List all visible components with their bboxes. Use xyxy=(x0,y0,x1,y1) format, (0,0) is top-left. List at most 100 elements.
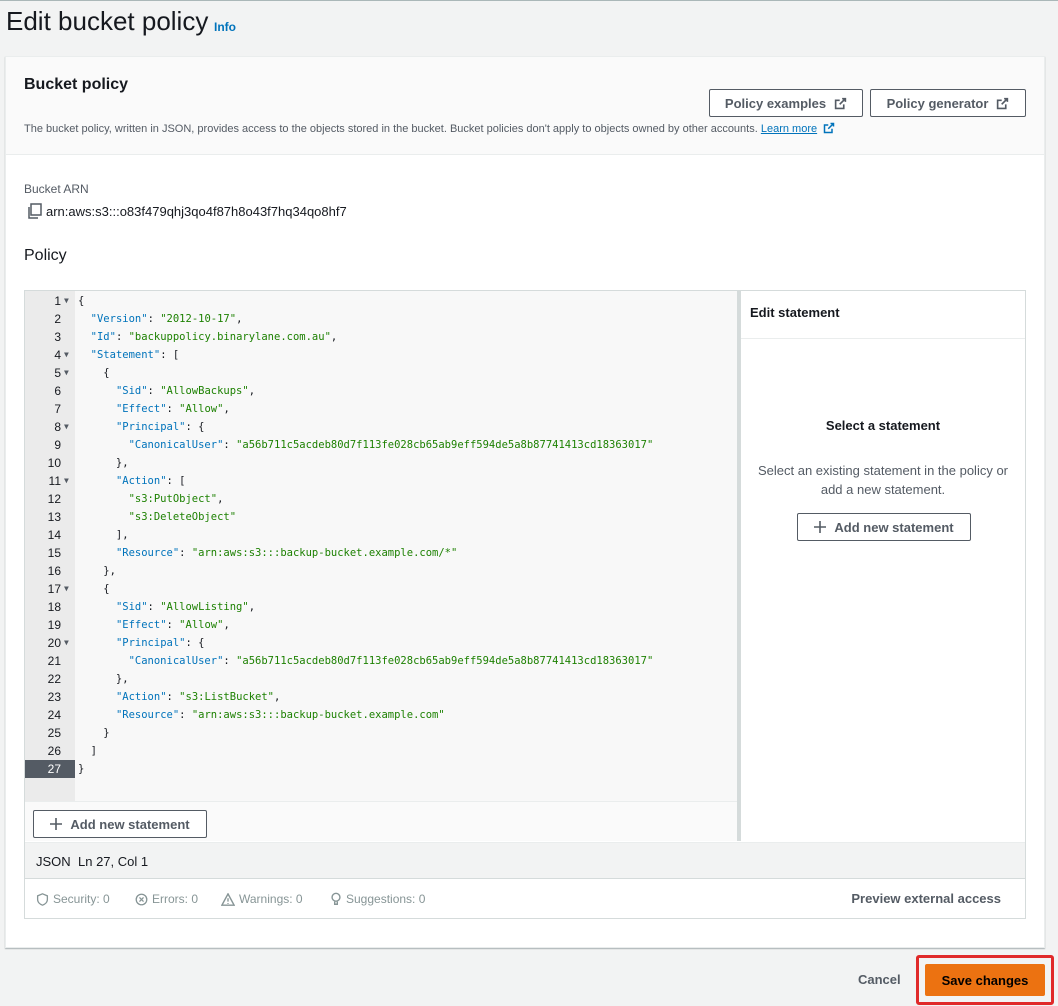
code-text: "Action": [ xyxy=(115,475,186,487)
suggestions-count[interactable]: Suggestions: 0 xyxy=(330,892,425,906)
select-statement-description: Select an existing statement in the poli… xyxy=(757,463,1009,497)
fold-toggle-icon[interactable]: ▼ xyxy=(64,634,69,652)
side-add-new-statement-button[interactable]: Add new statement xyxy=(797,513,971,541)
code-line[interactable]: 14 ], xyxy=(25,526,737,544)
code-line[interactable]: 7 "Effect": "Allow", xyxy=(25,400,737,418)
line-number: 5 xyxy=(54,366,61,380)
warnings-count[interactable]: Warnings: 0 xyxy=(221,892,303,906)
code-line[interactable]: 3 "Id": "backuppolicy.binarylane.com.au"… xyxy=(25,328,737,346)
bucket-arn-row: arn:aws:s3:::o83f479qhj3qo4f87h8o43f7hq3… xyxy=(26,203,347,219)
code-line[interactable]: 6 "Sid": "AllowBackups", xyxy=(25,382,737,400)
code-line[interactable]: 19 "Effect": "Allow", xyxy=(25,616,737,634)
cursor-position: Ln 27, Col 1 xyxy=(78,854,149,869)
line-number: 15 xyxy=(47,546,61,560)
container-header: Bucket policy Policy examples Policy gen… xyxy=(6,57,1044,155)
code-line[interactable]: 13 "s3:DeleteObject" xyxy=(25,508,737,526)
errors-count[interactable]: Errors: 0 xyxy=(135,892,198,906)
code-text: "CanonicalUser": "a56b711c5acdeb80d7f113… xyxy=(128,655,654,667)
info-link[interactable]: Info xyxy=(214,20,236,34)
code-line[interactable]: 21 "CanonicalUser": "a56b711c5acdeb80d7f… xyxy=(25,652,737,670)
policy-generator-label: Policy generator xyxy=(886,95,989,111)
cancel-button[interactable]: Cancel xyxy=(858,972,901,987)
code-text: "s3:DeleteObject" xyxy=(128,511,237,523)
preview-external-access-link[interactable]: Preview external access xyxy=(851,891,1001,906)
code-line[interactable]: 15 "Resource": "arn:aws:s3:::backup-buck… xyxy=(25,544,737,562)
code-line[interactable]: 18 "Sid": "AllowListing", xyxy=(25,598,737,616)
code-text: "Version": "2012-10-17", xyxy=(90,313,243,325)
code-text: "Sid": "AllowListing", xyxy=(115,601,256,613)
bucket-arn-value: arn:aws:s3:::o83f479qhj3qo4f87h8o43f7hq3… xyxy=(46,203,347,219)
code-text: ] xyxy=(78,745,97,757)
code-text: "s3:PutObject", xyxy=(128,493,224,505)
code-line[interactable]: 2 "Version": "2012-10-17", xyxy=(25,310,737,328)
code-line[interactable]: 12 "s3:PutObject", xyxy=(25,490,737,508)
policy-generator-button[interactable]: Policy generator xyxy=(870,89,1026,117)
save-changes-button[interactable]: Save changes xyxy=(925,964,1045,996)
code-line[interactable]: 26 ] xyxy=(25,742,737,760)
fold-toggle-icon[interactable]: ▼ xyxy=(64,364,69,382)
code-text: { xyxy=(78,295,85,307)
code-line[interactable]: 20 ▼ "Principal": { xyxy=(25,634,737,652)
bucket-policy-container: Bucket policy Policy examples Policy gen… xyxy=(5,56,1045,948)
line-number: 27 xyxy=(25,760,75,778)
code-line[interactable]: 24 "Resource": "arn:aws:s3:::backup-buck… xyxy=(25,706,737,724)
errors-label: Errors: 0 xyxy=(152,892,199,906)
copy-icon[interactable] xyxy=(26,203,42,219)
line-number: 26 xyxy=(47,744,61,758)
bucket-policy-description: The bucket policy, written in JSON, prov… xyxy=(24,122,835,135)
code-text: { xyxy=(78,367,110,379)
external-link-icon xyxy=(997,97,1009,109)
fold-toggle-icon[interactable]: ▼ xyxy=(64,346,69,364)
line-number: 14 xyxy=(47,528,61,542)
page-title: Edit bucket policy xyxy=(6,6,209,36)
code-line[interactable]: 11 ▼ "Action": [ xyxy=(25,472,737,490)
code-line[interactable]: 10 }, xyxy=(25,454,737,472)
code-text: "Id": "backuppolicy.binarylane.com.au", xyxy=(90,331,338,343)
line-number: 4 xyxy=(54,348,61,362)
policy-label: Policy xyxy=(24,247,67,264)
edit-statement-panel: Edit statement Select a statement Select… xyxy=(741,291,1025,841)
code-line[interactable]: 9 "CanonicalUser": "a56b711c5acdeb80d7f1… xyxy=(25,436,737,454)
code-line[interactable]: 8 ▼ "Principal": { xyxy=(25,418,737,436)
fold-toggle-icon[interactable]: ▼ xyxy=(64,418,69,436)
line-number: 19 xyxy=(47,618,61,632)
code-text: "Effect": "Allow", xyxy=(115,403,230,415)
code-line[interactable]: 16 }, xyxy=(25,562,737,580)
edit-statement-title: Edit statement xyxy=(750,305,840,320)
code-line[interactable]: 5 ▼ { xyxy=(25,364,737,382)
code-text: } xyxy=(78,727,110,739)
description-text: The bucket policy, written in JSON, prov… xyxy=(24,123,758,135)
code-text: { xyxy=(78,583,110,595)
code-text: }, xyxy=(78,673,129,685)
warnings-label: Warnings: 0 xyxy=(239,892,303,906)
line-number: 21 xyxy=(47,654,61,668)
learn-more-link[interactable]: Learn more xyxy=(761,123,817,135)
line-number: 2 xyxy=(54,312,61,326)
code-line[interactable]: 4 ▼ "Statement": [ xyxy=(25,346,737,364)
line-number: 10 xyxy=(47,456,61,470)
code-text: "Action": "s3:ListBucket", xyxy=(115,691,281,703)
code-text: "Resource": "arn:aws:s3:::backup-bucket.… xyxy=(115,709,445,721)
suggestions-label: Suggestions: 0 xyxy=(346,892,426,906)
code-line[interactable]: 17 ▼ { xyxy=(25,580,737,598)
line-number: 7 xyxy=(54,402,61,416)
lightbulb-icon xyxy=(331,892,341,905)
code-line[interactable]: 23 "Action": "s3:ListBucket", xyxy=(25,688,737,706)
fold-toggle-icon[interactable]: ▼ xyxy=(64,292,69,310)
plus-icon xyxy=(814,521,827,533)
policy-editor: 1 ▼{2 "Version": "2012-10-17", 3 "Id": "ba… xyxy=(24,290,1026,919)
security-count[interactable]: Security: 0 xyxy=(36,892,110,906)
code-line[interactable]: 27} xyxy=(25,760,737,778)
fold-toggle-icon[interactable]: ▼ xyxy=(64,580,69,598)
code-editor[interactable]: 1 ▼{2 "Version": "2012-10-17", 3 "Id": "ba… xyxy=(25,291,737,801)
add-new-statement-button[interactable]: Add new statement xyxy=(33,810,207,838)
external-link-icon xyxy=(823,122,835,134)
line-number: 22 xyxy=(47,672,61,686)
code-text: }, xyxy=(78,565,116,577)
plus-icon xyxy=(50,818,63,830)
fold-toggle-icon[interactable]: ▼ xyxy=(64,472,69,490)
code-line[interactable]: 1 ▼ { xyxy=(25,292,737,310)
code-line[interactable]: 25 } xyxy=(25,724,737,742)
code-line[interactable]: 22 }, xyxy=(25,670,737,688)
policy-examples-button[interactable]: Policy examples xyxy=(709,89,863,117)
